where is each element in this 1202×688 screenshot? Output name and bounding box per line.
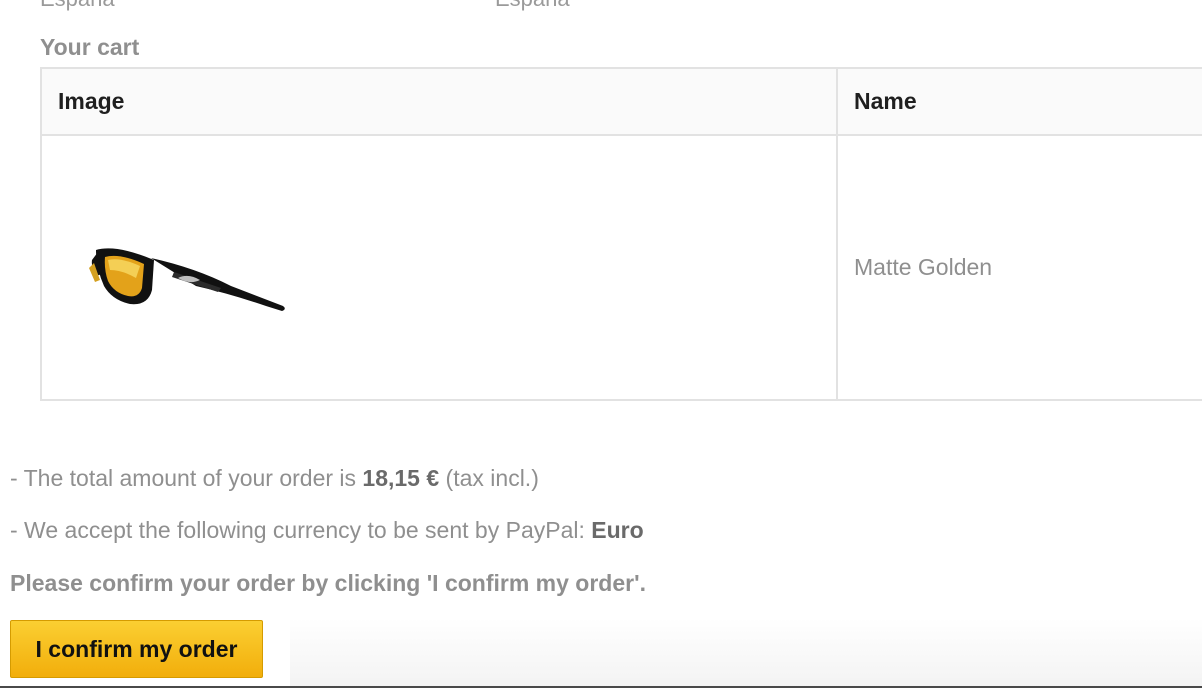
currency-line: - We accept the following currency to be… — [10, 517, 644, 544]
bottom-shadow — [290, 618, 1202, 688]
confirm-message: Please confirm your order by clicking 'I… — [10, 570, 646, 596]
address-country-row: España España — [40, 0, 1200, 12]
column-header-image: Image — [40, 67, 838, 136]
invoice-country: España — [495, 0, 570, 12]
order-total-prefix: - The total amount of your order is — [10, 465, 363, 491]
product-name: Matte Golden — [854, 254, 993, 280]
checkout-page: España España Your cart Image Name — [0, 0, 1202, 688]
currency-prefix: - We accept the following currency to be… — [10, 517, 592, 543]
currency-value: Euro — [591, 517, 644, 543]
product-name-cell: Matte Golden — [836, 134, 1202, 401]
table-row: Matte Golden — [40, 134, 1202, 401]
table-header-row: Image Name — [40, 67, 1202, 136]
delivery-country: España — [40, 0, 115, 12]
column-header-name: Name — [836, 67, 1202, 136]
product-image-cell — [40, 134, 838, 401]
confirm-order-button[interactable]: I confirm my order — [10, 620, 263, 678]
cart-table: Image Name Matte Golden — [40, 67, 1202, 401]
order-total-line: - The total amount of your order is 18,1… — [10, 465, 539, 492]
order-total-amount: 18,15 € — [362, 465, 440, 491]
sunglasses-image — [56, 207, 296, 328]
cart-title: Your cart — [40, 34, 140, 60]
order-total-suffix: (tax incl.) — [439, 465, 539, 491]
